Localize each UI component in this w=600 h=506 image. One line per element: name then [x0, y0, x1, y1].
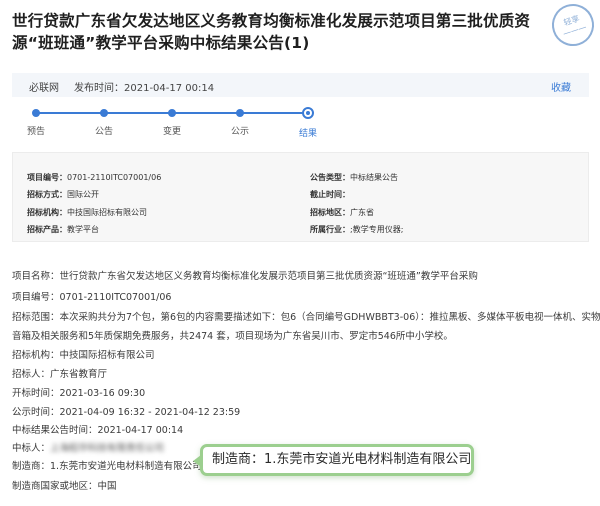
step-label: 公告	[94, 127, 113, 137]
source-link[interactable]: 必联网	[29, 79, 59, 94]
step-notice[interactable]: 公告	[84, 105, 124, 137]
favorite-button[interactable]: 收藏	[551, 79, 571, 94]
step-preview[interactable]: 预告	[16, 105, 56, 137]
info-key: 截止时间：	[310, 190, 350, 199]
info-region: 招标地区：广东省	[310, 207, 374, 218]
info-value: ;教学专用仪器;	[350, 225, 404, 234]
maker-country-line: 制造商国家或地区：中国	[12, 481, 117, 492]
info-project-no: 项目编号：0701-2110ITC07001/06	[27, 172, 161, 183]
info-key: 公告类型：	[310, 173, 350, 182]
step-dot	[100, 109, 108, 117]
open-time-line: 开标时间：2021-03-16 09:30	[12, 388, 146, 399]
info-industry: 所属行业：;教学专用仪器;	[310, 224, 403, 235]
info-deadline: 截止时间：	[310, 189, 350, 200]
step-dot	[236, 109, 244, 117]
info-value: 中技国际招标有限公司	[67, 208, 147, 217]
project-name-line: 项目名称：世行贷款广东省欠发达地区义务教育均衡标准化发展示范项目第三批优质资源“…	[12, 271, 478, 282]
step-change[interactable]: 变更	[152, 105, 192, 137]
info-notice-type: 公告类型：中标结果公告	[310, 172, 398, 183]
info-key: 所属行业：	[310, 225, 350, 234]
public-time-line: 公示时间：2021-04-09 16:32 - 2021-04-12 23:59	[12, 407, 241, 418]
result-time-line: 中标结果公告时间：2021-04-17 00:14	[12, 425, 184, 436]
info-key: 招标机构：	[27, 208, 67, 217]
winner-value-blurred: 上海稻华科技有限责任公司	[50, 443, 165, 454]
maker-callout: 制造商：1.东莞市安道光电材料制造有限公司	[193, 444, 474, 476]
step-label: 公示	[230, 127, 249, 137]
meta-bar: 必联网 发布时间：2021-04-17 00:14 收藏	[12, 73, 589, 97]
step-dot	[168, 109, 176, 117]
scope-line-1: 招标范围：本次采购共分为7个包，第6包的内容需要描述如下：包6（合同编号GDHW…	[12, 312, 600, 323]
info-value: 中标结果公告	[350, 173, 398, 182]
info-key: 招标产品：	[27, 225, 67, 234]
page-title: 世行贷款广东省欠发达地区义务教育均衡标准化发展示范项目第三批优质资源“班班通”教…	[12, 12, 531, 52]
maker-line: 制造商：1.东莞市安道光电材料制造有限公司	[12, 461, 202, 472]
agency-line: 招标机构：中技国际招标有限公司	[12, 350, 155, 361]
progress-steps: 预告 公告 变更 公示 结果	[20, 105, 320, 139]
step-result[interactable]: 结果	[288, 105, 328, 139]
info-agency: 招标机构：中技国际招标有限公司	[27, 207, 147, 218]
step-label: 变更	[162, 127, 181, 137]
project-no-line: 项目编号：0701-2110ITC07001/06	[12, 292, 172, 303]
step-dot	[32, 109, 40, 117]
info-value: 广东省	[350, 208, 374, 217]
buyer-line: 招标人：广东省教育厅	[12, 369, 108, 380]
info-value: 0701-2110ITC07001/06	[67, 173, 162, 182]
info-value: 国际公开	[67, 190, 99, 199]
info-bid-method: 招标方式：国际公开	[27, 189, 99, 200]
step-label: 预告	[26, 127, 45, 137]
info-product: 招标产品：教学平台	[27, 224, 99, 235]
info-key: 招标地区：	[310, 208, 350, 217]
step-publicity[interactable]: 公示	[220, 105, 260, 137]
info-key: 项目编号：	[27, 173, 67, 182]
step-dot-current	[302, 107, 314, 119]
info-value: 教学平台	[67, 225, 99, 234]
step-label: 结果	[298, 129, 317, 139]
winner-label: 中标人：	[12, 443, 51, 454]
scope-line-2: 音箱及相关服务和5年质保期免费服务，共2474 套，项目现场为广东省吴川市、罗定…	[12, 331, 453, 342]
winner-line: 中标人：上海稻华科技有限责任公司	[12, 440, 164, 454]
info-key: 招标方式：	[27, 190, 67, 199]
info-panel: 项目编号：0701-2110ITC07001/06 公告类型：中标结果公告 招标…	[12, 152, 589, 242]
publish-time: 发布时间：2021-04-17 00:14	[74, 83, 215, 94]
